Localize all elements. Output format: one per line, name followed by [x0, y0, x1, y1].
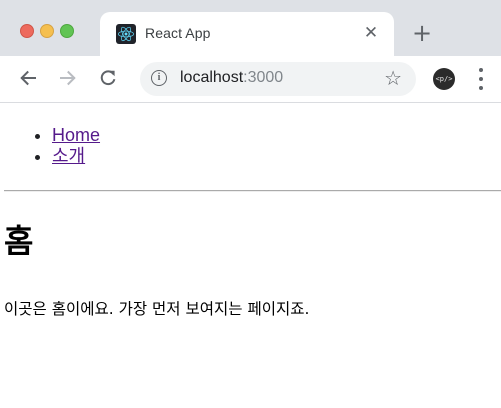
profile-avatar[interactable]: <p/> — [433, 68, 455, 90]
site-info-icon[interactable]: i — [151, 70, 167, 86]
page-viewport: Home 소개 홈 이곳은 홈이에요. 가장 먼저 보여지는 페이지죠. — [0, 103, 501, 408]
menu-dot — [479, 68, 483, 72]
more-vertical-icon[interactable] — [478, 68, 484, 90]
react-logo-icon — [116, 24, 136, 44]
nav-item-about: 소개 — [52, 146, 100, 167]
window-close-button[interactable] — [20, 24, 34, 38]
browser-toolbar: i localhost:3000 ☆ <p/> — [0, 56, 501, 103]
nav-link-about[interactable]: 소개 — [52, 146, 85, 166]
window-minimize-button[interactable] — [40, 24, 54, 38]
url-text[interactable]: localhost:3000 — [180, 69, 283, 87]
tab-react-app[interactable]: React App ✕ — [100, 12, 394, 56]
address-bar[interactable]: i localhost:3000 ☆ — [140, 62, 416, 96]
reload-icon — [100, 70, 116, 86]
tab-title: React App — [145, 25, 211, 41]
bookmark-star-icon[interactable]: ☆ — [384, 68, 402, 88]
url-port: :3000 — [243, 69, 284, 86]
horizontal-rule — [4, 190, 501, 192]
page-description: 이곳은 홈이에요. 가장 먼저 보여지는 페이지죠. — [4, 300, 310, 318]
nav-list: Home 소개 — [0, 125, 100, 167]
forward-button[interactable] — [55, 65, 81, 91]
nav-item-home: Home — [52, 125, 100, 146]
menu-dot — [479, 77, 483, 81]
new-tab-button[interactable]: + — [410, 21, 434, 46]
reload-button[interactable] — [95, 65, 121, 91]
url-host: localhost — [180, 69, 244, 86]
tab-close-icon[interactable]: ✕ — [362, 24, 380, 42]
arrow-right-icon — [60, 70, 76, 86]
tab-strip: React App ✕ + — [0, 0, 501, 56]
browser-window: React App ✕ + i localhost:3000 ☆ <p/> • … — [0, 0, 501, 408]
window-zoom-button[interactable] — [60, 24, 74, 38]
page-title: 홈 — [4, 222, 34, 260]
nav-link-home[interactable]: Home — [52, 125, 100, 145]
back-button[interactable] — [15, 65, 41, 91]
menu-dot — [479, 86, 483, 90]
arrow-left-icon — [20, 70, 36, 86]
